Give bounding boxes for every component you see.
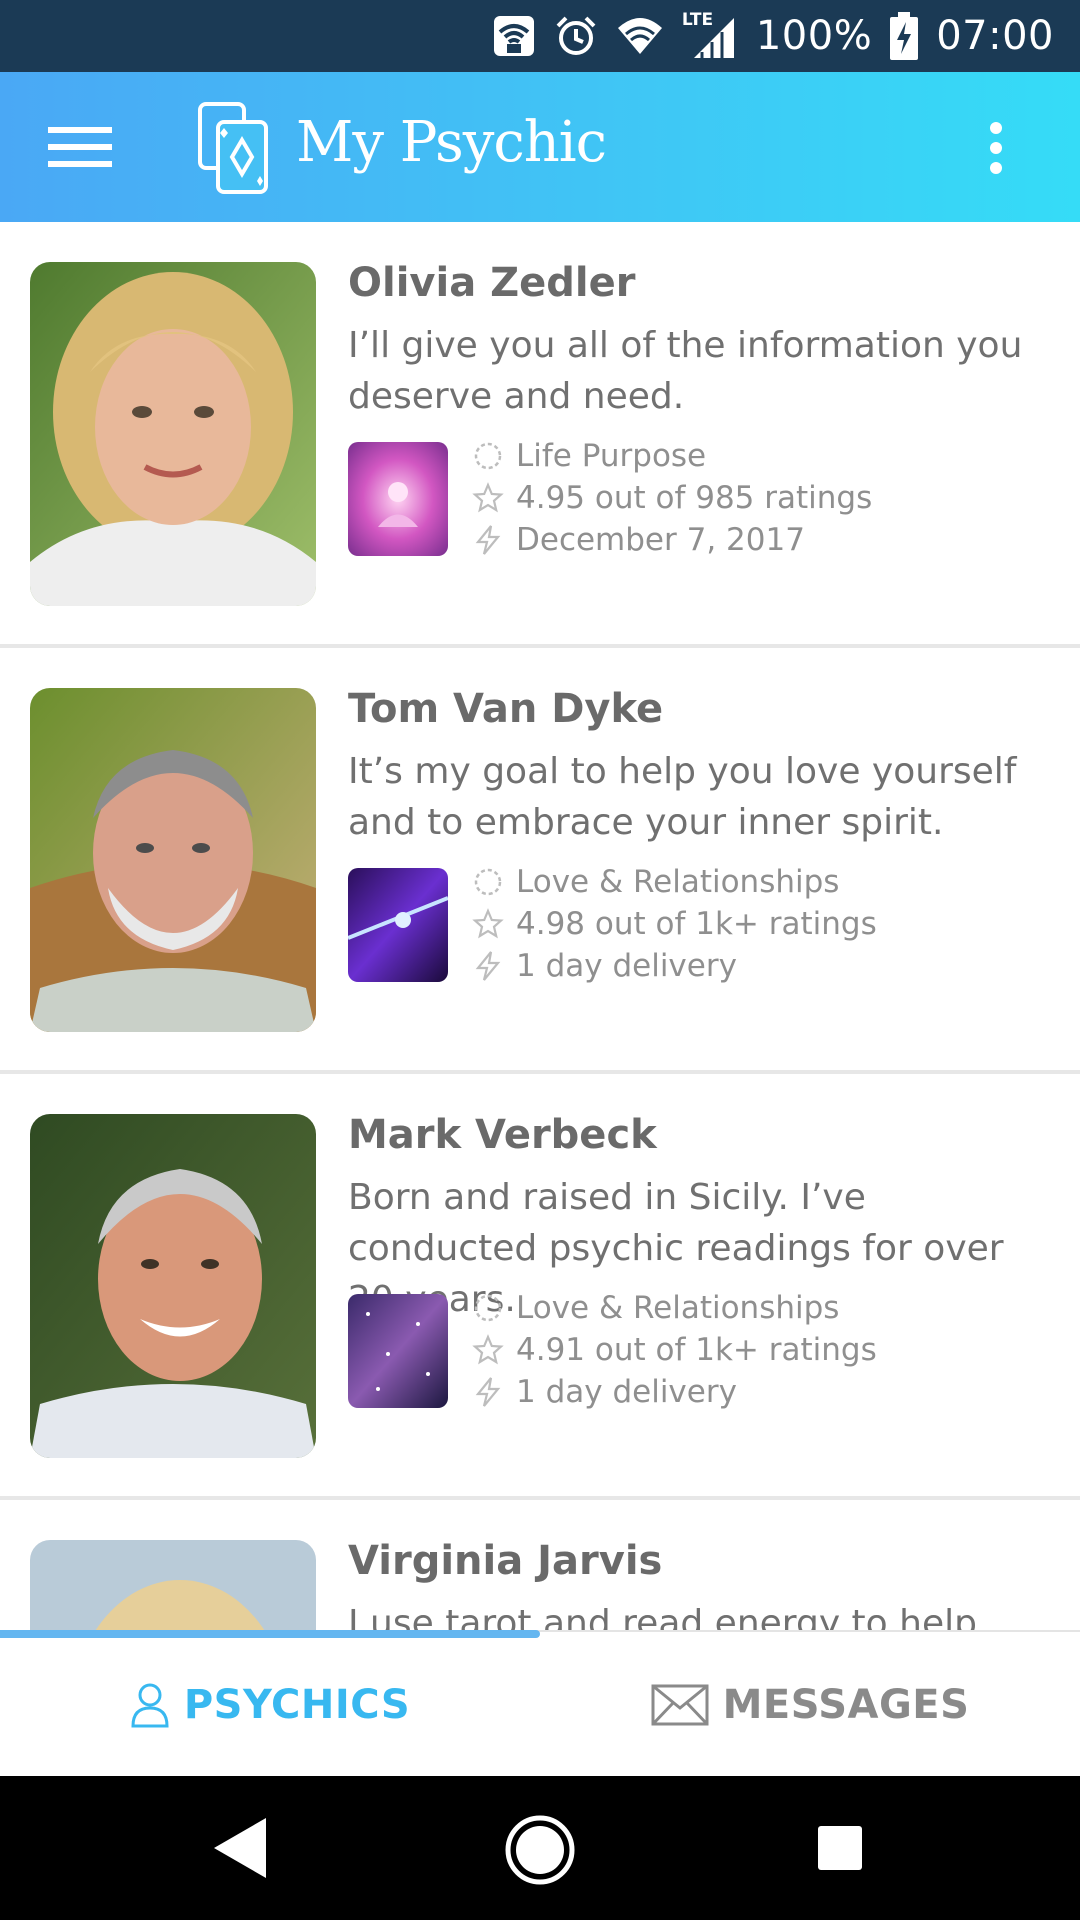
psychic-bio: It’s my goal to help you love yourself a… — [348, 751, 1017, 843]
alarm-icon — [556, 16, 596, 55]
psychic-card[interactable]: Tom Van Dyke It’s my goal to help you lo… — [0, 648, 1080, 1074]
psychic-bio: I use tarot and read energy to help — [348, 1603, 977, 1632]
lightning-icon — [475, 1377, 501, 1407]
app-bar: My Psychic — [0, 72, 1080, 222]
lightning-icon — [475, 525, 501, 555]
category-row: Life Purpose — [472, 438, 706, 474]
category-label: Love & Relationships — [516, 1290, 840, 1326]
category-image — [348, 868, 448, 982]
wifi-icon — [617, 18, 662, 54]
delivery-label: 1 day delivery — [516, 948, 737, 984]
status-bar: LTE 100% 07:00 — [0, 0, 1080, 72]
battery-percent: 100% — [755, 13, 873, 59]
category-row: Love & Relationships — [472, 1290, 839, 1326]
recent-apps-icon[interactable] — [816, 1824, 864, 1872]
category-label: Love & Relationships — [516, 864, 840, 900]
psychic-card[interactable]: Mark Verbeck Born and raised in Sicily. … — [0, 1074, 1080, 1500]
tab-psychics-label: PSYCHICS — [183, 1682, 411, 1728]
psychic-photo — [30, 1114, 316, 1458]
psychic-photo — [30, 1540, 316, 1632]
psychic-bio: I’ll give you all of the information you… — [348, 325, 1023, 417]
home-icon[interactable] — [504, 1814, 576, 1886]
category-label: Life Purpose — [516, 438, 707, 474]
psychic-name: Virginia Jarvis — [348, 1538, 663, 1584]
rating-row: 4.98 out of 1k+ ratings — [472, 906, 877, 942]
delivery-label: December 7, 2017 — [516, 522, 805, 558]
hamburger-menu-icon[interactable] — [40, 117, 120, 177]
tab-psychics[interactable]: PSYCHICS — [0, 1632, 540, 1778]
tab-messages-label: MESSAGES — [722, 1682, 970, 1728]
psychic-name: Tom Van Dyke — [348, 686, 664, 732]
category-row: Love & Relationships — [472, 864, 839, 900]
star-icon — [472, 482, 504, 513]
person-icon — [131, 1683, 169, 1728]
signal-icon: LTE — [682, 10, 738, 60]
psychic-name: Olivia Zedler — [348, 260, 636, 306]
delivery-row: 1 day delivery — [472, 948, 737, 984]
psychic-photo — [30, 688, 316, 1032]
delivery-row: 1 day delivery — [472, 1374, 737, 1410]
star-icon — [472, 908, 504, 939]
delivery-label: 1 day delivery — [516, 1374, 737, 1410]
category-image — [348, 1294, 448, 1408]
psychic-card[interactable]: Virginia Jarvis I use tarot and read ene… — [0, 1500, 1080, 1632]
category-image — [348, 442, 448, 556]
app-title: My Psychic — [296, 110, 607, 175]
sparkle-circle-icon — [474, 868, 502, 896]
battery-charging-icon — [890, 12, 919, 60]
sparkle-circle-icon — [474, 1294, 502, 1322]
psychic-name: Mark Verbeck — [348, 1112, 657, 1158]
envelope-icon — [651, 1684, 709, 1726]
psychic-photo — [30, 262, 316, 606]
lightning-icon — [475, 951, 501, 981]
rating-label: 4.98 out of 1k+ ratings — [516, 906, 877, 942]
psychic-list[interactable]: Olivia Zedler I’ll give you all of the i… — [0, 222, 1080, 1632]
rating-row: 4.91 out of 1k+ ratings — [472, 1332, 877, 1368]
psychic-card[interactable]: Olivia Zedler I’ll give you all of the i… — [0, 222, 1080, 648]
clock: 07:00 — [936, 13, 1054, 59]
cards-logo-icon — [196, 100, 272, 196]
system-nav-bar — [0, 1776, 1080, 1920]
more-vertical-icon[interactable] — [976, 118, 1016, 178]
back-icon[interactable] — [210, 1814, 270, 1882]
sparkle-circle-icon — [474, 442, 502, 470]
wifi-lock-icon — [493, 16, 534, 56]
bottom-tab-bar: PSYCHICS MESSAGES — [0, 1630, 1080, 1776]
star-icon — [472, 1334, 504, 1365]
rating-row: 4.95 out of 985 ratings — [472, 480, 872, 516]
tab-messages[interactable]: MESSAGES — [540, 1632, 1080, 1778]
rating-label: 4.95 out of 985 ratings — [516, 480, 873, 516]
delivery-row: December 7, 2017 — [472, 522, 805, 558]
rating-label: 4.91 out of 1k+ ratings — [516, 1332, 877, 1368]
